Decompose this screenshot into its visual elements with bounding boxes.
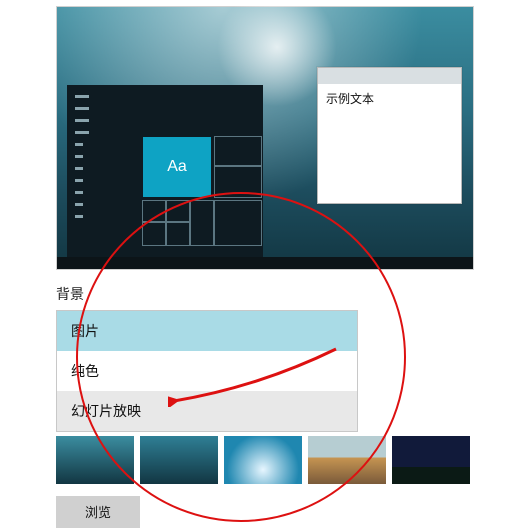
wallpaper-thumb[interactable]: [308, 436, 386, 484]
dropdown-option-solid[interactable]: 纯色: [57, 351, 357, 391]
dropdown-option-picture[interactable]: 图片: [57, 311, 357, 351]
wallpaper-thumb[interactable]: [392, 436, 470, 484]
tile-blank: [143, 201, 165, 221]
wallpaper-thumbnails: [56, 436, 502, 484]
tile-blank: [167, 201, 189, 221]
background-label: 背景: [56, 284, 502, 304]
desktop-preview: Aa 示例文本: [56, 6, 474, 270]
tile-sample-text-icon: Aa: [143, 137, 211, 197]
start-tiles: Aa: [143, 137, 261, 245]
tile-blank: [167, 223, 189, 245]
wallpaper-thumb[interactable]: [224, 436, 302, 484]
sample-window: 示例文本: [317, 67, 462, 204]
sample-window-titlebar: [318, 68, 461, 84]
sample-window-text: 示例文本: [318, 84, 461, 113]
start-menu-preview: Aa: [67, 85, 263, 257]
tile-blank: [191, 201, 213, 245]
tile-blank: [215, 167, 261, 197]
background-dropdown[interactable]: 图片 纯色 幻灯片放映: [56, 310, 358, 432]
start-nav-icons: [75, 95, 89, 227]
browse-button[interactable]: 浏览: [56, 496, 140, 528]
tile-blank: [143, 223, 165, 245]
tile-blank: [215, 137, 261, 165]
wallpaper-thumb[interactable]: [56, 436, 134, 484]
wallpaper-thumb[interactable]: [140, 436, 218, 484]
taskbar-preview: [57, 257, 473, 269]
tile-blank: [215, 201, 261, 245]
dropdown-option-slideshow[interactable]: 幻灯片放映: [57, 391, 357, 431]
